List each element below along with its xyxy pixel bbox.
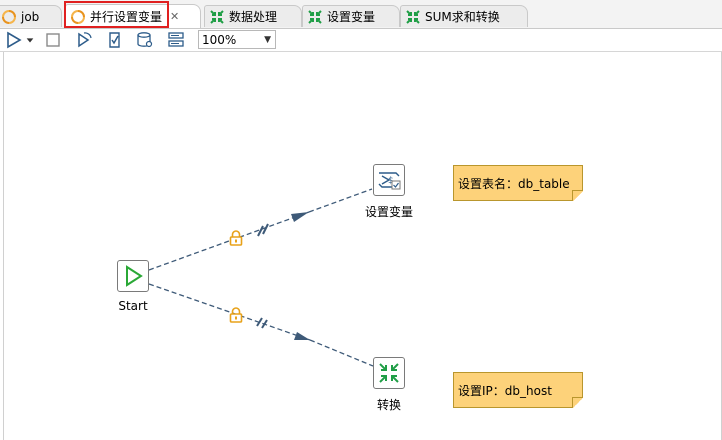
start-node[interactable] — [117, 260, 149, 292]
tab-label: job — [21, 9, 40, 24]
hop-start-to-set-variables[interactable] — [148, 188, 373, 271]
set-variables-icon: $ — [378, 172, 401, 190]
transformation-icon — [307, 9, 323, 25]
tab-sum-transform[interactable]: SUM求和转换 — [400, 5, 528, 27]
start-node-label: Start — [118, 299, 148, 313]
tab-data-processing[interactable]: 数据处理 — [204, 5, 302, 27]
set-variables-node-label: 设置变量 — [364, 205, 413, 219]
note-table-name[interactable]: 设置表名：db_table — [453, 165, 583, 201]
tab-label: SUM求和转换 — [425, 10, 500, 24]
explorer-icon[interactable] — [166, 30, 186, 50]
lock-icon — [229, 307, 243, 323]
note-fold — [572, 397, 583, 408]
hop-start-to-transformation[interactable] — [148, 283, 374, 367]
sql-icon[interactable] — [135, 30, 155, 50]
transformation-icon — [379, 363, 399, 383]
zoom-value: 100% — [202, 32, 237, 47]
note-text: 设置IP：db_host — [458, 383, 552, 398]
start-icon — [126, 265, 143, 287]
chevron-down-icon: ▼ — [264, 34, 271, 45]
replay-icon[interactable] — [74, 30, 94, 50]
tab-bar: job 并行设置变量 ✕ 数据处理 设置变量 SUM求和转换 — [0, 0, 722, 29]
transformation-icon — [209, 9, 225, 25]
zoom-select[interactable]: 100% ▼ — [198, 30, 276, 49]
tab-label: 数据处理 — [229, 10, 278, 24]
transformation-node-label: 转换 — [376, 398, 401, 412]
lock-icon — [229, 230, 243, 246]
tab-set-variables[interactable]: 设置变量 — [302, 5, 400, 27]
note-text: 设置表名：db_table — [458, 176, 570, 191]
transformation-node[interactable] — [373, 357, 405, 389]
tab-job[interactable]: job — [0, 5, 62, 27]
hops-layer — [148, 188, 374, 367]
transformation-icon — [405, 9, 421, 25]
stop-icon[interactable] — [43, 30, 63, 50]
note-fold — [572, 190, 583, 201]
run-icon[interactable] — [4, 30, 24, 50]
note-ip[interactable]: 设置IP：db_host — [453, 372, 583, 408]
job-icon — [1, 9, 17, 25]
toolbar: 100% ▼ — [0, 29, 722, 52]
tab-label: 并行设置变量 — [90, 10, 163, 24]
set-variables-node[interactable]: $ — [373, 164, 405, 196]
job-canvas[interactable]: Start $ 设置变量 转换 设置表名：db_table 设置IP：db_ho… — [3, 52, 722, 440]
tab-parallel-set-variables[interactable]: 并行设置变量 ✕ — [65, 4, 201, 28]
job-icon — [70, 9, 86, 25]
tab-label: 设置变量 — [327, 10, 376, 24]
run-dropdown-icon[interactable] — [24, 30, 36, 50]
close-icon[interactable]: ✕ — [170, 10, 179, 23]
check-icon[interactable] — [104, 30, 124, 50]
